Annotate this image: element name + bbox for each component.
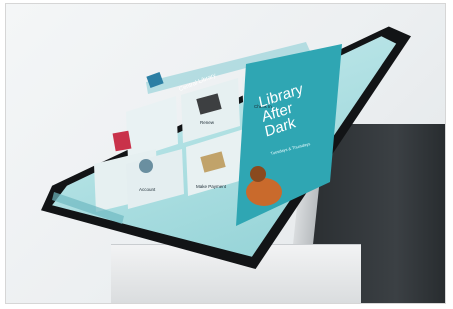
screen-content-layer: [52, 42, 342, 226]
promo-child-figure: [246, 178, 282, 206]
tile-label-renew: Renew: [200, 120, 215, 125]
tile-label-account: Account: [139, 187, 156, 192]
book-icon: [112, 130, 132, 152]
tile-label-make-payment: Make Payment: [196, 184, 227, 189]
promo-child-head: [250, 166, 266, 182]
account-icon: [139, 159, 153, 173]
photo-frame: Central Library Renew Check In Account M…: [5, 3, 446, 304]
